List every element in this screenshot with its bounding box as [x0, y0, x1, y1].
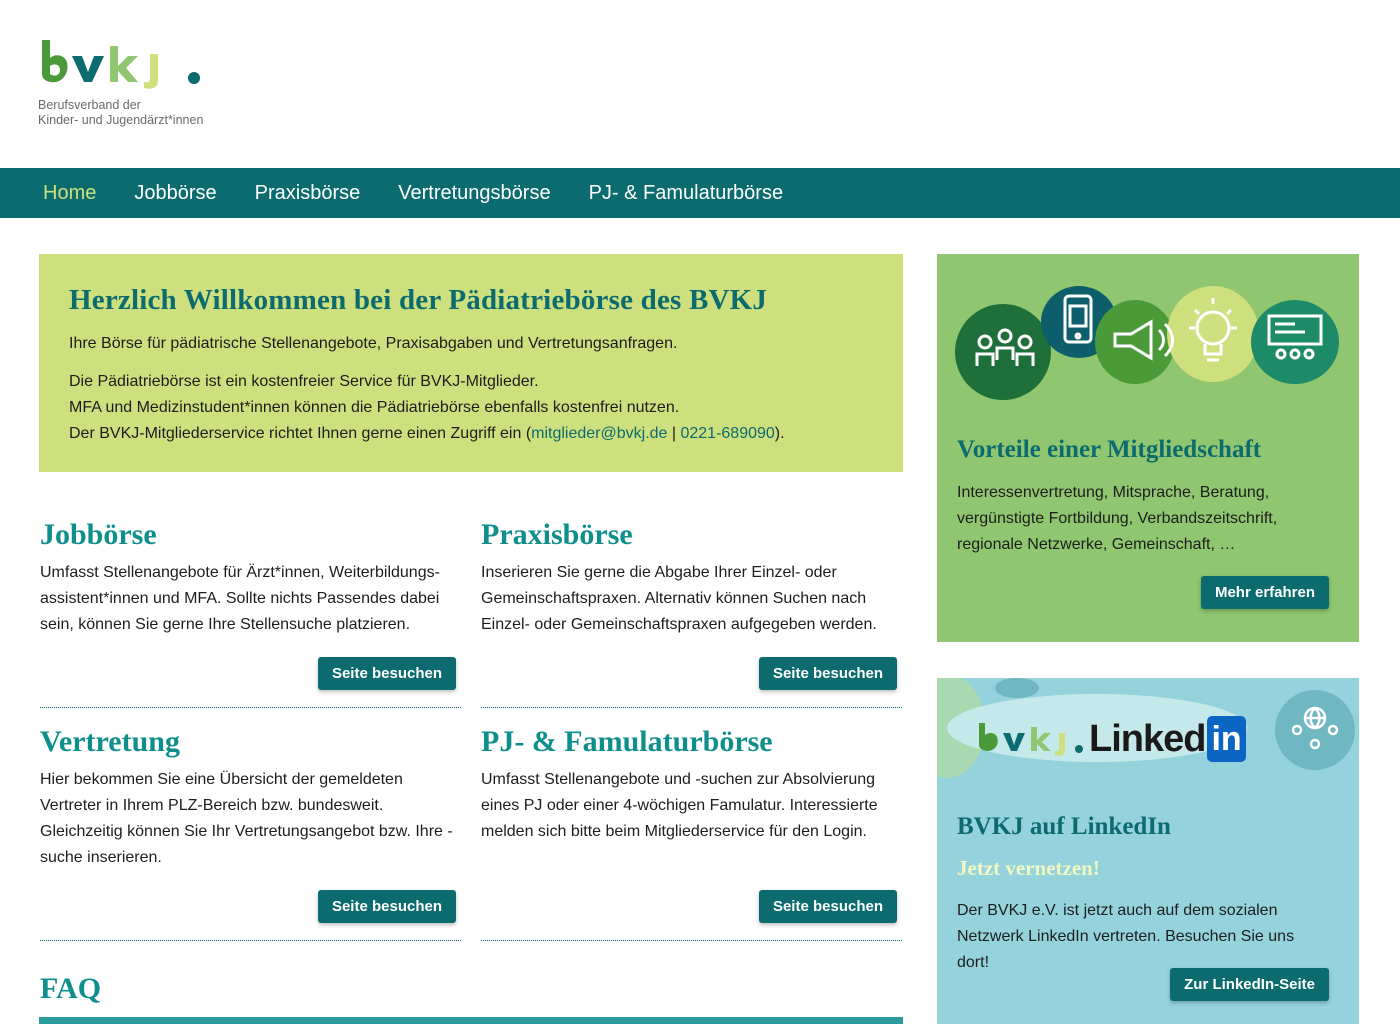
- card-jobboerse: Jobbörse Umfasst Stellenangebote für Ärz…: [40, 518, 462, 708]
- linkedin-text: Der BVKJ e.V. ist jetzt auch auf dem soz…: [957, 902, 1295, 971]
- bvkj-linkedin-logo: Linked in: [977, 714, 1246, 764]
- membership-box: Vorteile einer Mitgliedschaft Interessen…: [937, 254, 1359, 642]
- card-button-row: Seite besuchen: [317, 890, 456, 923]
- card-button-row: Seite besuchen: [758, 657, 897, 690]
- learn-more-button[interactable]: Mehr erfahren: [1200, 576, 1329, 609]
- visit-pj-famulaturboerse-button[interactable]: Seite besuchen: [758, 890, 897, 923]
- email-link[interactable]: mitglieder@bvkj.de: [531, 425, 667, 442]
- faq-accordion-bar[interactable]: [39, 1017, 903, 1024]
- welcome-title: Herzlich Willkommen bei der Pädiatriebör…: [69, 284, 768, 316]
- welcome-line3-post: ).: [774, 425, 785, 442]
- card-text: Umfasst Stellenangebote für Ärzt*innen, …: [40, 564, 440, 633]
- welcome-line1: Die Pädiatriebörse ist ein kostenfreier …: [69, 373, 539, 390]
- nav-item-praxisboerse[interactable]: Praxisbörse: [255, 182, 361, 205]
- visit-jobboerse-button[interactable]: Seite besuchen: [317, 657, 456, 690]
- card-title[interactable]: Praxisbörse: [481, 518, 903, 552]
- welcome-line3-pre: Der BVKJ-Mitgliederservice richtet Ihnen…: [69, 425, 532, 442]
- card-divider: [40, 707, 461, 708]
- card-button-row: Seite besuchen: [317, 657, 456, 690]
- linkedin-box: Linked in BVKJ auf LinkedIn Jetzt vernet…: [937, 678, 1359, 1024]
- welcome-line2: MFA und Medizinstudent*innen können die …: [69, 399, 680, 416]
- linkedin-page-button[interactable]: Zur LinkedIn-Seite: [1170, 968, 1329, 1001]
- card-divider: [481, 707, 902, 708]
- logo-subtitle: Berufsverband der Kinder- und Jugendärzt…: [38, 98, 238, 128]
- welcome-line3: Der BVKJ-Mitgliederservice richtet Ihnen…: [69, 421, 873, 447]
- faq-title[interactable]: FAQ: [40, 972, 101, 1006]
- card-text: Umfasst Stellenangebote und -suchen zur …: [481, 771, 878, 840]
- card-text: Hier bekommen Sie eine Übersicht der gem…: [40, 771, 453, 866]
- logo-subtitle-line1: Berufsverband der: [38, 98, 141, 112]
- welcome-intro: Ihre Börse für pädiatrische Stellenangeb…: [69, 335, 678, 352]
- card-vertretung: Vertretung Hier bekommen Sie eine Übersi…: [40, 725, 462, 940]
- visit-vertretung-button[interactable]: Seite besuchen: [317, 890, 456, 923]
- membership-text: Interessenvertretung, Mitsprache, Beratu…: [957, 484, 1278, 553]
- membership-title: Vorteile einer Mitgliedschaft: [957, 436, 1262, 463]
- welcome-box: Herzlich Willkommen bei der Pädiatriebör…: [39, 254, 903, 472]
- card-title[interactable]: PJ- & Famulaturbörse: [481, 725, 903, 759]
- card-praxisboerse: Praxisbörse Inserieren Sie gerne die Abg…: [481, 518, 903, 708]
- linkedin-subtitle: Jetzt vernetzen!: [957, 856, 1100, 880]
- linkedin-title: BVKJ auf LinkedIn: [957, 813, 1171, 840]
- nav-item-vertretungsboerse[interactable]: Vertretungsbörse: [398, 182, 550, 205]
- card-title[interactable]: Vertretung: [40, 725, 462, 759]
- card-text: Inserieren Sie gerne die Abgabe Ihrer Ei…: [481, 564, 877, 633]
- nav-item-pj-famulaturboerse[interactable]: PJ- & Famulaturbörse: [589, 182, 784, 205]
- nav-item-jobboerse[interactable]: Jobbörse: [134, 182, 216, 205]
- card-button-row: Seite besuchen: [758, 890, 897, 923]
- linkedin-wordmark: Linked: [1089, 717, 1206, 760]
- nav-list: Home Jobbörse Praxisbörse Vertretungsbör…: [0, 168, 1400, 218]
- phone-link[interactable]: 0221-689090: [680, 425, 774, 442]
- card-title[interactable]: Jobbörse: [40, 518, 462, 552]
- bvkj-logo[interactable]: Berufsverband der Kinder- und Jugendärzt…: [38, 36, 238, 136]
- welcome-separator: |: [667, 425, 681, 442]
- linkedin-in-badge: in: [1207, 716, 1246, 762]
- bvkj-small-logo-icon: [979, 723, 1083, 756]
- bvkj-logo-mark: [42, 40, 200, 89]
- card-pj-famulaturboerse: PJ- & Famulaturbörse Umfasst Stellenange…: [481, 725, 903, 940]
- site-header: Berufsverband der Kinder- und Jugendärzt…: [0, 0, 1400, 168]
- main-navigation: Home Jobbörse Praxisbörse Vertretungsbör…: [0, 168, 1400, 218]
- card-divider: [481, 940, 902, 941]
- card-divider: [40, 940, 461, 941]
- membership-icons-illustration: [955, 286, 1339, 400]
- visit-praxisboerse-button[interactable]: Seite besuchen: [758, 657, 897, 690]
- logo-subtitle-line2: Kinder- und Jugendärzt*innen: [38, 113, 204, 127]
- nav-item-home[interactable]: Home: [43, 182, 96, 205]
